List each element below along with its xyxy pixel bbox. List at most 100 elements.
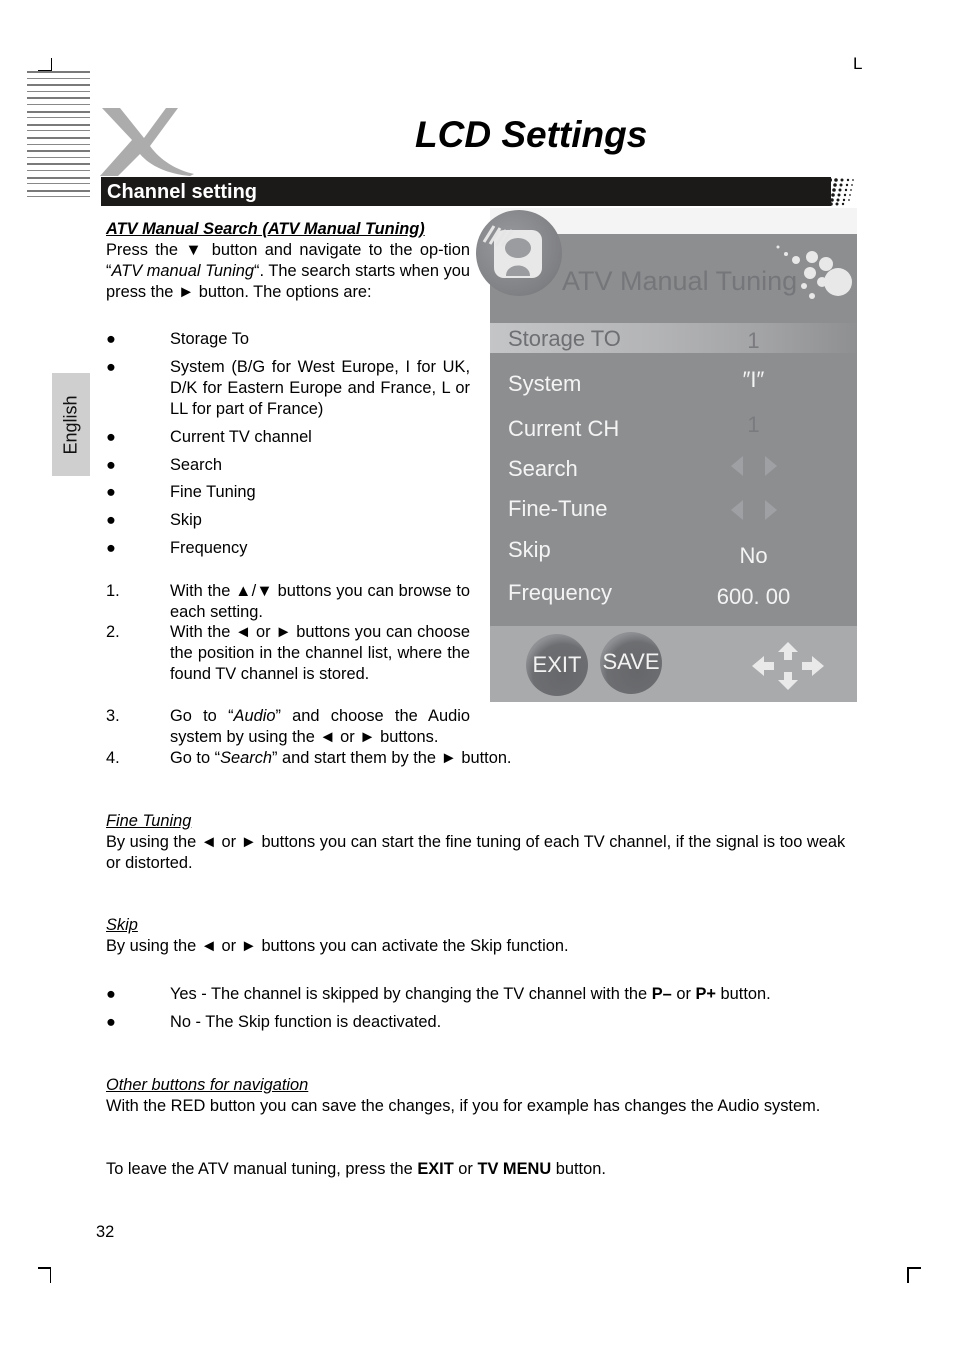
tv-menu-row-label[interactable]: Frequency [508, 580, 612, 606]
tv-menu-title: ATV Manual Tuning [562, 266, 798, 296]
text-part: or [671, 985, 696, 1003]
option-bullet: ● Current TV channel [106, 427, 470, 448]
option-text: Storage To [170, 330, 249, 348]
step-text: With the ▲/▼ buttons you can browse to e… [170, 582, 470, 621]
step-number: 3. [106, 707, 120, 725]
save-button[interactable]: SAVE [600, 632, 662, 694]
crop-mark-bottom-right [907, 1267, 921, 1283]
step-text: Go to “Audio” and choose the Audio syste… [170, 706, 470, 748]
tv-menu-key: TV MENU [477, 1160, 552, 1178]
exit-button[interactable]: EXIT [526, 634, 588, 696]
bullet-icon: ● [106, 539, 116, 557]
four-way-arrows-icon [752, 642, 824, 690]
stripe-decoration [27, 71, 90, 203]
tv-menu-row-label[interactable]: System [508, 371, 581, 397]
tv-menu-screenshot: ATV Manual Tuning Storage TO 1 System ″I… [476, 208, 858, 703]
tv-menu-row-label[interactable]: Current CH [508, 416, 619, 442]
crop-mark-top-left [38, 58, 52, 71]
step-text: With the ◄ or ► buttons you can choose t… [170, 623, 470, 683]
step-text-italic: Audio [233, 707, 276, 725]
tv-badge-icon [476, 210, 562, 296]
option-text: Skip [170, 511, 202, 529]
exit-key: EXIT [417, 1160, 454, 1178]
left-arrow-icon[interactable] [731, 456, 743, 476]
step-number: 2. [106, 623, 120, 641]
section-title: Channel setting [107, 181, 258, 203]
halftone-decoration [818, 177, 854, 206]
bullet-icon: ● [106, 483, 116, 501]
text-part: button. [715, 985, 771, 1003]
step-number: 4. [106, 749, 120, 767]
language-tab: English [52, 373, 90, 476]
step-item: 2. With the ◄ or ► buttons you can choos… [106, 622, 470, 684]
option-text: Search [170, 456, 222, 474]
step-item: 3. Go to “Audio” and choose the Audio sy… [106, 706, 470, 748]
step-item: 1. With the ▲/▼ buttons you can browse t… [106, 581, 470, 623]
bullet-icon: ● [106, 428, 116, 446]
p-plus-key: P+ [695, 985, 716, 1003]
tv-menu-row-label[interactable]: Storage TO [508, 326, 621, 352]
skip-bullet-text: Yes - The channel is skipped by changing… [170, 984, 866, 1005]
tv-menu-row-label[interactable]: Fine-Tune [508, 496, 607, 522]
option-bullet: ● Storage To [106, 329, 470, 350]
skip-text: By using the ◄ or ► buttons you can acti… [106, 937, 569, 955]
skip-heading: Skip [106, 916, 138, 934]
option-bullet: ● Skip [106, 510, 470, 531]
right-arrow-icon[interactable] [765, 456, 777, 476]
other-buttons-heading: Other buttons for navigation [106, 1076, 309, 1094]
x-brand-logo-icon [100, 108, 194, 176]
text-part: or [453, 1160, 478, 1178]
right-arrow-icon[interactable] [765, 500, 777, 520]
step-text-pre: Go to “ [170, 707, 234, 725]
atv-manual-heading: ATV Manual Search (ATV Manual Tuning) [106, 220, 425, 238]
bullet-icon: ● [106, 511, 116, 529]
text-part: button. [551, 1160, 606, 1178]
tv-menu-row-value: ″I″ [742, 367, 765, 392]
option-bullet: ● Frequency [106, 538, 470, 559]
step-text-pre: Go to “ [170, 749, 221, 767]
fine-tuning-text: By using the ◄ or ► buttons you can star… [106, 833, 846, 872]
text-part: Yes - The channel is skipped by changing… [170, 985, 652, 1003]
page-number: 32 [96, 1223, 115, 1241]
step-text-italic: Search [220, 749, 273, 767]
skip-bullet-no: ● No - The Skip function is deactivated. [106, 1012, 866, 1033]
page-title: LCD Settings [415, 114, 648, 155]
tv-menu-row-label[interactable]: Search [508, 456, 578, 482]
tv-menu-row-label[interactable]: Skip [508, 537, 551, 563]
tv-menu-row-value: 1 [747, 328, 760, 353]
tv-menu-row-value: 600. 00 [716, 584, 791, 609]
crop-mark-bottom-left [38, 1267, 51, 1283]
bullet-icon: ● [106, 1013, 116, 1031]
language-label: English [60, 394, 81, 455]
other-buttons-text: With the RED button you can save the cha… [106, 1097, 821, 1115]
corner-mark: L [853, 54, 863, 73]
step-item: 4. Go to “Search” and start them by the … [106, 748, 606, 769]
skip-bullet-text: No - The Skip function is deactivated. [170, 1013, 442, 1031]
text-part: To leave the ATV manual tuning, press th… [106, 1160, 418, 1178]
tv-menu-row-value: 1 [747, 412, 760, 437]
option-text: Fine Tuning [170, 483, 256, 501]
atv-manual-intro: Press the ▼ button and navigate to the o… [106, 240, 470, 302]
p-minus-key: P– [651, 985, 672, 1003]
option-text: System (B/G for West Europe, I for UK, D… [170, 358, 470, 418]
skip-bullet-yes: ● Yes - The channel is skipped by changi… [106, 984, 866, 1005]
option-bullet: ● Search [106, 455, 470, 476]
step-number: 1. [106, 582, 120, 600]
option-text: Frequency [170, 539, 248, 557]
intro-text-italic: ATV manual Tuning [111, 261, 255, 280]
fine-tuning-heading: Fine Tuning [106, 812, 192, 830]
bullet-icon: ● [106, 358, 116, 376]
leave-instructions: To leave the ATV manual tuning, press th… [106, 1159, 606, 1180]
option-text: Current TV channel [170, 428, 312, 446]
stripes-icon [482, 225, 514, 247]
option-bullet: ● System (B/G for West Europe, I for UK,… [106, 357, 470, 419]
bullet-icon: ● [106, 330, 116, 348]
tv-menu-row-value: No [739, 543, 768, 568]
bubbles-decoration-icon [776, 245, 852, 299]
step-text: Go to “Search” and start them by the ► b… [170, 748, 606, 769]
option-bullet: ● Fine Tuning [106, 482, 470, 503]
step-text-post: ” and start them by the ► button. [272, 749, 512, 767]
left-arrow-icon[interactable] [731, 500, 743, 520]
bullet-icon: ● [106, 456, 116, 474]
bullet-icon: ● [106, 985, 116, 1003]
